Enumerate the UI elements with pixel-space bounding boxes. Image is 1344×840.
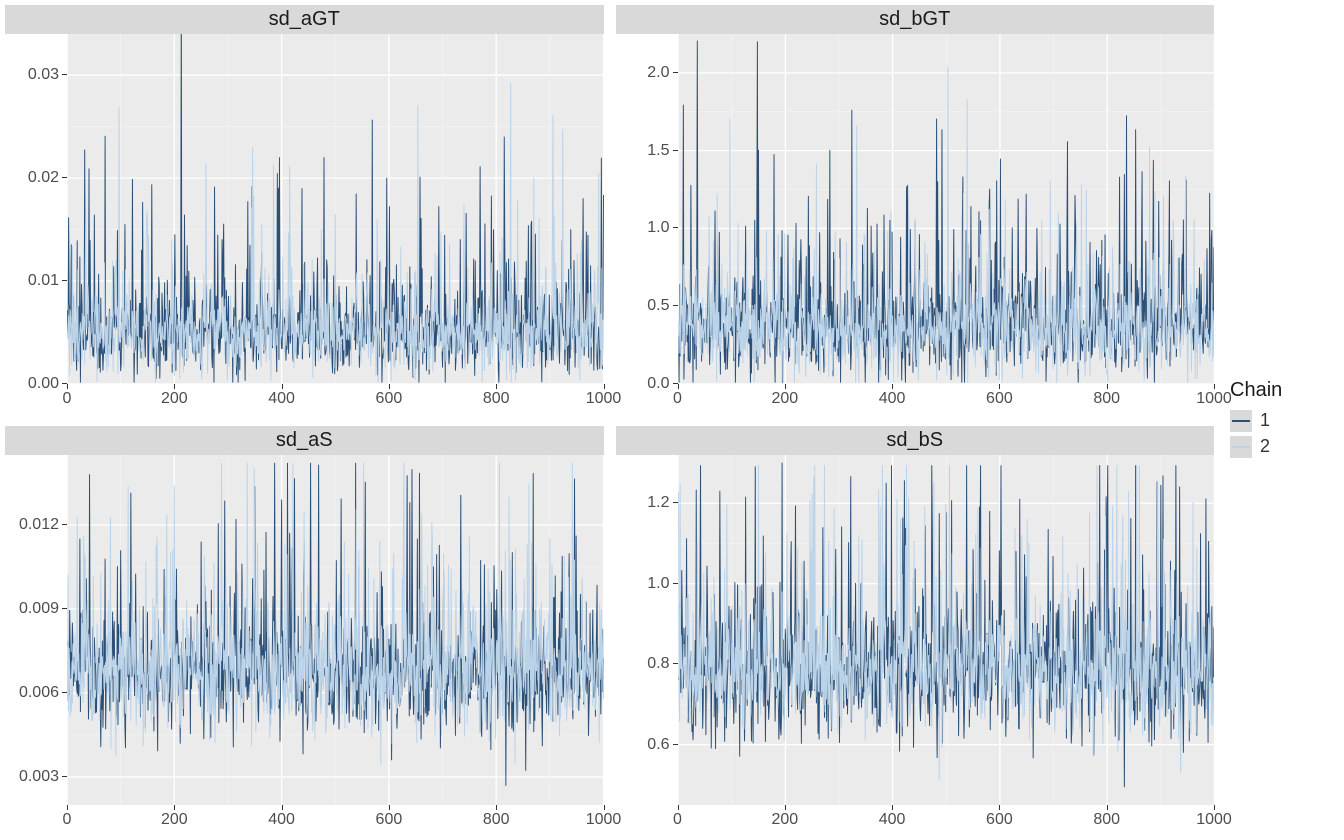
y-tick-label: 0.006 — [19, 684, 59, 702]
y-tick-label: 0.03 — [28, 66, 59, 84]
x-tick-label: 1000 — [1196, 390, 1232, 408]
y-tick-label: 0.01 — [28, 272, 59, 290]
y-tick-label: 0.6 — [647, 736, 669, 754]
facet-title: sd_aS — [5, 426, 604, 455]
y-tick-label: 0.5 — [647, 297, 669, 315]
y-tick-label: 0.012 — [19, 516, 59, 534]
legend: Chain 1 2 — [1214, 5, 1334, 835]
y-tick-label: 0.8 — [647, 655, 669, 673]
x-tick-label: 800 — [483, 811, 510, 829]
y-axis: 0.0 0.5 1.0 1.5 2.0 — [616, 34, 678, 414]
x-tick-label: 0 — [673, 390, 682, 408]
y-tick-label: 1.5 — [647, 142, 669, 160]
y-tick-label: 0.009 — [19, 600, 59, 618]
panel-grid: sd_aGT 0.000.010.020.03 0200400600800100… — [5, 5, 1214, 835]
y-axis: 0.003 0.006 0.009 0.012 — [5, 455, 67, 835]
legend-label: 1 — [1260, 410, 1270, 431]
figure: sd_aGT 0.000.010.020.03 0200400600800100… — [0, 0, 1344, 840]
x-tick-label: 600 — [986, 811, 1013, 829]
x-tick-label: 800 — [483, 390, 510, 408]
panel-sd_bS: sd_bS 0.60.81.01.2 02004006008001000 — [616, 426, 1215, 835]
panel-sd_bGT: sd_bGT 0.00.51.01.52.0 02004006008001000 — [616, 5, 1215, 414]
x-tick-label: 600 — [986, 390, 1013, 408]
x-tick-label: 400 — [879, 811, 906, 829]
legend-item-chain2: 2 — [1230, 436, 1334, 458]
legend-item-chain1: 1 — [1230, 410, 1334, 432]
facet-title: sd_bGT — [616, 5, 1215, 34]
x-tick-label: 600 — [376, 390, 403, 408]
panel-sd_aS: sd_aS 0.003 0.006 0.009 0.012 0 200 400 600 800… — [5, 426, 604, 835]
y-tick-label: 0.00 — [28, 375, 59, 393]
x-axis: 02004006008001000 — [678, 805, 1215, 835]
y-tick-label: 2.0 — [647, 64, 669, 82]
x-tick-label: 0 — [63, 811, 72, 829]
x-tick-label: 1000 — [1196, 811, 1232, 829]
y-tick-label: 1.2 — [647, 494, 669, 512]
plot-area — [67, 455, 604, 805]
x-tick-label: 200 — [161, 811, 188, 829]
x-tick-label: 200 — [161, 390, 188, 408]
plot-area — [678, 34, 1215, 384]
x-tick-label: 200 — [771, 811, 798, 829]
facet-title: sd_bS — [616, 426, 1215, 455]
x-tick-label: 400 — [268, 390, 295, 408]
x-tick-label: 800 — [1093, 811, 1120, 829]
x-axis: 02004006008001000 — [67, 805, 604, 835]
x-tick-label: 200 — [771, 390, 798, 408]
y-axis: 0.00 0.01 0.02 0.03 — [5, 34, 67, 414]
x-tick-label: 800 — [1093, 390, 1120, 408]
x-tick-label: 400 — [268, 811, 295, 829]
legend-title: Chain — [1230, 379, 1334, 402]
y-tick-label: 1.0 — [647, 575, 669, 593]
x-tick-label: 600 — [376, 811, 403, 829]
plot-area — [678, 455, 1215, 805]
y-tick-label: 0.003 — [19, 768, 59, 786]
y-tick-label: 1.0 — [647, 219, 669, 237]
x-tick-label: 400 — [879, 390, 906, 408]
y-tick-label: 0.02 — [28, 169, 59, 187]
panel-sd_aGT: sd_aGT 0.000.010.020.03 0200400600800100… — [5, 5, 604, 414]
facet-title: sd_aGT — [5, 5, 604, 34]
x-tick-label: 0 — [673, 811, 682, 829]
plot-area — [67, 34, 604, 384]
x-axis: 02004006008001000 — [678, 384, 1215, 414]
legend-swatch-icon — [1230, 410, 1252, 432]
x-axis: 02004006008001000 — [67, 384, 604, 414]
x-tick-label: 0 — [63, 390, 72, 408]
y-tick-label: 0.0 — [647, 375, 669, 393]
legend-swatch-icon — [1230, 436, 1252, 458]
legend-label: 2 — [1260, 436, 1270, 457]
y-axis: 0.6 0.8 1.0 1.2 — [616, 455, 678, 835]
